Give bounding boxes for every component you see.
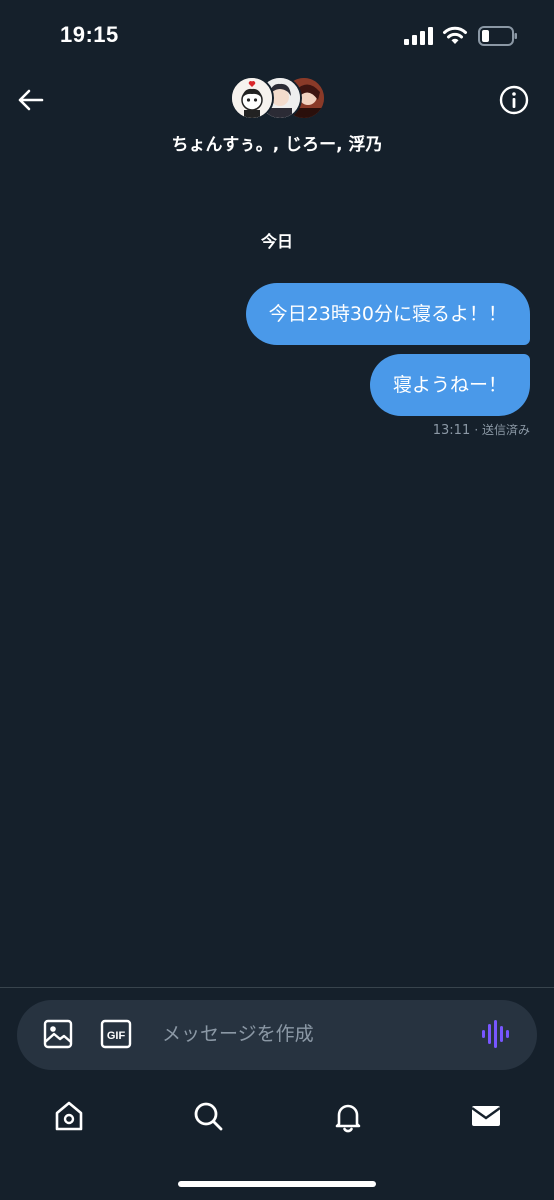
svg-text:GIF: GIF [107,1030,126,1042]
message-status: · 送信済み [474,423,530,437]
image-icon[interactable] [42,1018,74,1050]
notifications-icon [335,1104,361,1133]
voice-icon[interactable] [480,1018,514,1050]
avatar-chonsu[interactable] [230,76,274,120]
info-icon [499,85,529,115]
home-indicator [178,1181,376,1187]
message-bubble[interactable]: 寝ようねー！ [369,354,530,416]
date-separator: 今日 [260,232,293,251]
search-icon [194,1102,223,1131]
signal-icon [404,27,433,45]
back-button[interactable] [10,80,50,120]
arrow-left-icon [18,89,44,111]
message-time: 13:11 [432,423,471,438]
message-meta: 13:11 · 送信済み [433,421,530,438]
conversation-info-button[interactable] [494,80,534,120]
gif-icon[interactable]: GIF [100,1019,132,1049]
tab-notifications[interactable] [328,1096,368,1136]
tab-messages[interactable] [466,1096,506,1136]
wifi-icon [443,26,467,44]
composer-divider [0,987,554,988]
home-icon [55,1101,83,1131]
message-bubble[interactable]: 今日23時30分に寝るよ！！ [245,283,530,345]
messages-icon [471,1106,501,1126]
status-time: 19:15 [60,22,119,47]
tab-search[interactable] [188,1096,228,1136]
battery-icon [478,26,517,46]
message-input[interactable] [150,1012,484,1056]
tab-home[interactable] [49,1096,89,1136]
conversation-title[interactable]: ちょんすぅ。, じろー, 浮乃 [0,130,554,155]
